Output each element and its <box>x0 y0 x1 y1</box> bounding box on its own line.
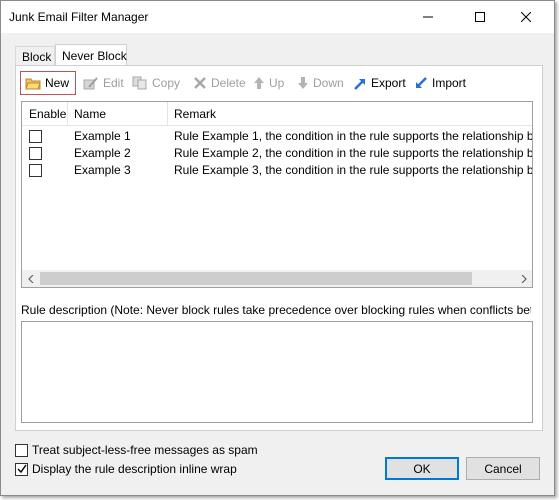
maximize-icon <box>475 12 485 22</box>
list-row[interactable]: Example 1 Rule Example 1, the condition … <box>22 128 532 145</box>
export-button[interactable]: Export <box>353 71 406 95</box>
ok-button[interactable]: OK <box>385 457 459 480</box>
rule-description-label: Rule description (Note: Never block rule… <box>21 303 531 317</box>
copy-button[interactable]: Copy <box>132 71 180 95</box>
scroll-left-button[interactable] <box>22 270 39 287</box>
new-rule-icon <box>25 78 41 90</box>
rule-remark: Rule Example 3, the condition in the rul… <box>174 163 533 177</box>
list-row[interactable]: Example 2 Rule Example 2, the condition … <box>22 145 532 162</box>
inline-wrap-label: Display the rule description inline wrap <box>32 462 237 476</box>
junk-email-filter-dialog: Junk Email Filter Manager Block Never Bl… <box>0 0 555 496</box>
import-icon <box>416 77 427 88</box>
enable-checkbox[interactable] <box>29 130 42 143</box>
treat-spam-checkbox[interactable] <box>15 443 28 457</box>
list-header: Enable Name Remark <box>22 102 532 126</box>
new-button-label: New <box>45 76 70 90</box>
up-button[interactable]: Up <box>253 71 284 95</box>
edit-icon <box>83 77 98 90</box>
rule-name: Example 1 <box>74 129 131 143</box>
delete-button-label: Delete <box>211 76 246 90</box>
export-button-label: Export <box>371 76 406 90</box>
maximize-button[interactable] <box>457 1 503 33</box>
copy-button-label: Copy <box>152 76 181 90</box>
tab-block[interactable]: Block <box>15 46 55 66</box>
rule-name: Example 2 <box>74 146 131 160</box>
new-button[interactable]: New <box>20 71 76 95</box>
export-icon <box>354 79 365 90</box>
arrow-down-icon <box>298 77 308 89</box>
column-header-name[interactable]: Name <box>68 102 168 126</box>
checkmark-icon <box>17 464 27 474</box>
enable-checkbox[interactable] <box>29 164 42 177</box>
treat-spam-label: Treat subject-less-free messages as spam <box>32 443 258 457</box>
edit-button[interactable]: Edit <box>83 71 124 95</box>
minimize-button[interactable] <box>405 1 451 33</box>
column-header-remark[interactable]: Remark <box>168 102 532 126</box>
horizontal-scrollbar[interactable] <box>22 270 532 287</box>
title-bar[interactable]: Junk Email Filter Manager <box>1 1 554 33</box>
import-button-label: Import <box>432 76 467 90</box>
close-button[interactable] <box>503 1 549 33</box>
cancel-button[interactable]: Cancel <box>466 457 540 480</box>
arrow-up-icon <box>254 77 264 89</box>
rule-remark: Rule Example 1, the condition in the rul… <box>174 129 533 143</box>
column-header-enable[interactable]: Enable <box>22 102 68 126</box>
copy-icon <box>132 76 147 90</box>
tab-never-block[interactable]: Never Block <box>55 44 127 66</box>
minimize-icon <box>423 16 433 18</box>
chevron-left-icon <box>27 274 33 283</box>
down-button[interactable]: Down <box>297 71 344 95</box>
edit-button-label: Edit <box>103 76 124 90</box>
import-button[interactable]: Import <box>414 71 466 95</box>
list-row[interactable]: Example 3 Rule Example 3, the condition … <box>22 162 532 179</box>
rule-description-box[interactable] <box>21 321 533 423</box>
chevron-right-icon <box>521 274 527 283</box>
scroll-right-button[interactable] <box>515 270 532 287</box>
down-button-label: Down <box>313 76 344 90</box>
delete-icon <box>194 77 206 89</box>
treat-spam-option[interactable]: Treat subject-less-free messages as spam <box>15 442 258 458</box>
delete-button[interactable]: Delete <box>193 71 246 95</box>
up-button-label: Up <box>269 76 285 90</box>
rule-remark: Rule Example 2, the condition in the rul… <box>174 146 533 160</box>
scroll-thumb[interactable] <box>40 272 472 285</box>
inline-wrap-checkbox[interactable] <box>15 462 28 476</box>
enable-checkbox[interactable] <box>29 147 42 160</box>
window-title: Junk Email Filter Manager <box>9 10 149 24</box>
rules-list[interactable]: Enable Name Remark Example 1 Rule Exampl… <box>21 101 533 288</box>
inline-wrap-option[interactable]: Display the rule description inline wrap <box>15 461 237 477</box>
rule-name: Example 3 <box>74 163 131 177</box>
close-icon <box>521 12 531 22</box>
